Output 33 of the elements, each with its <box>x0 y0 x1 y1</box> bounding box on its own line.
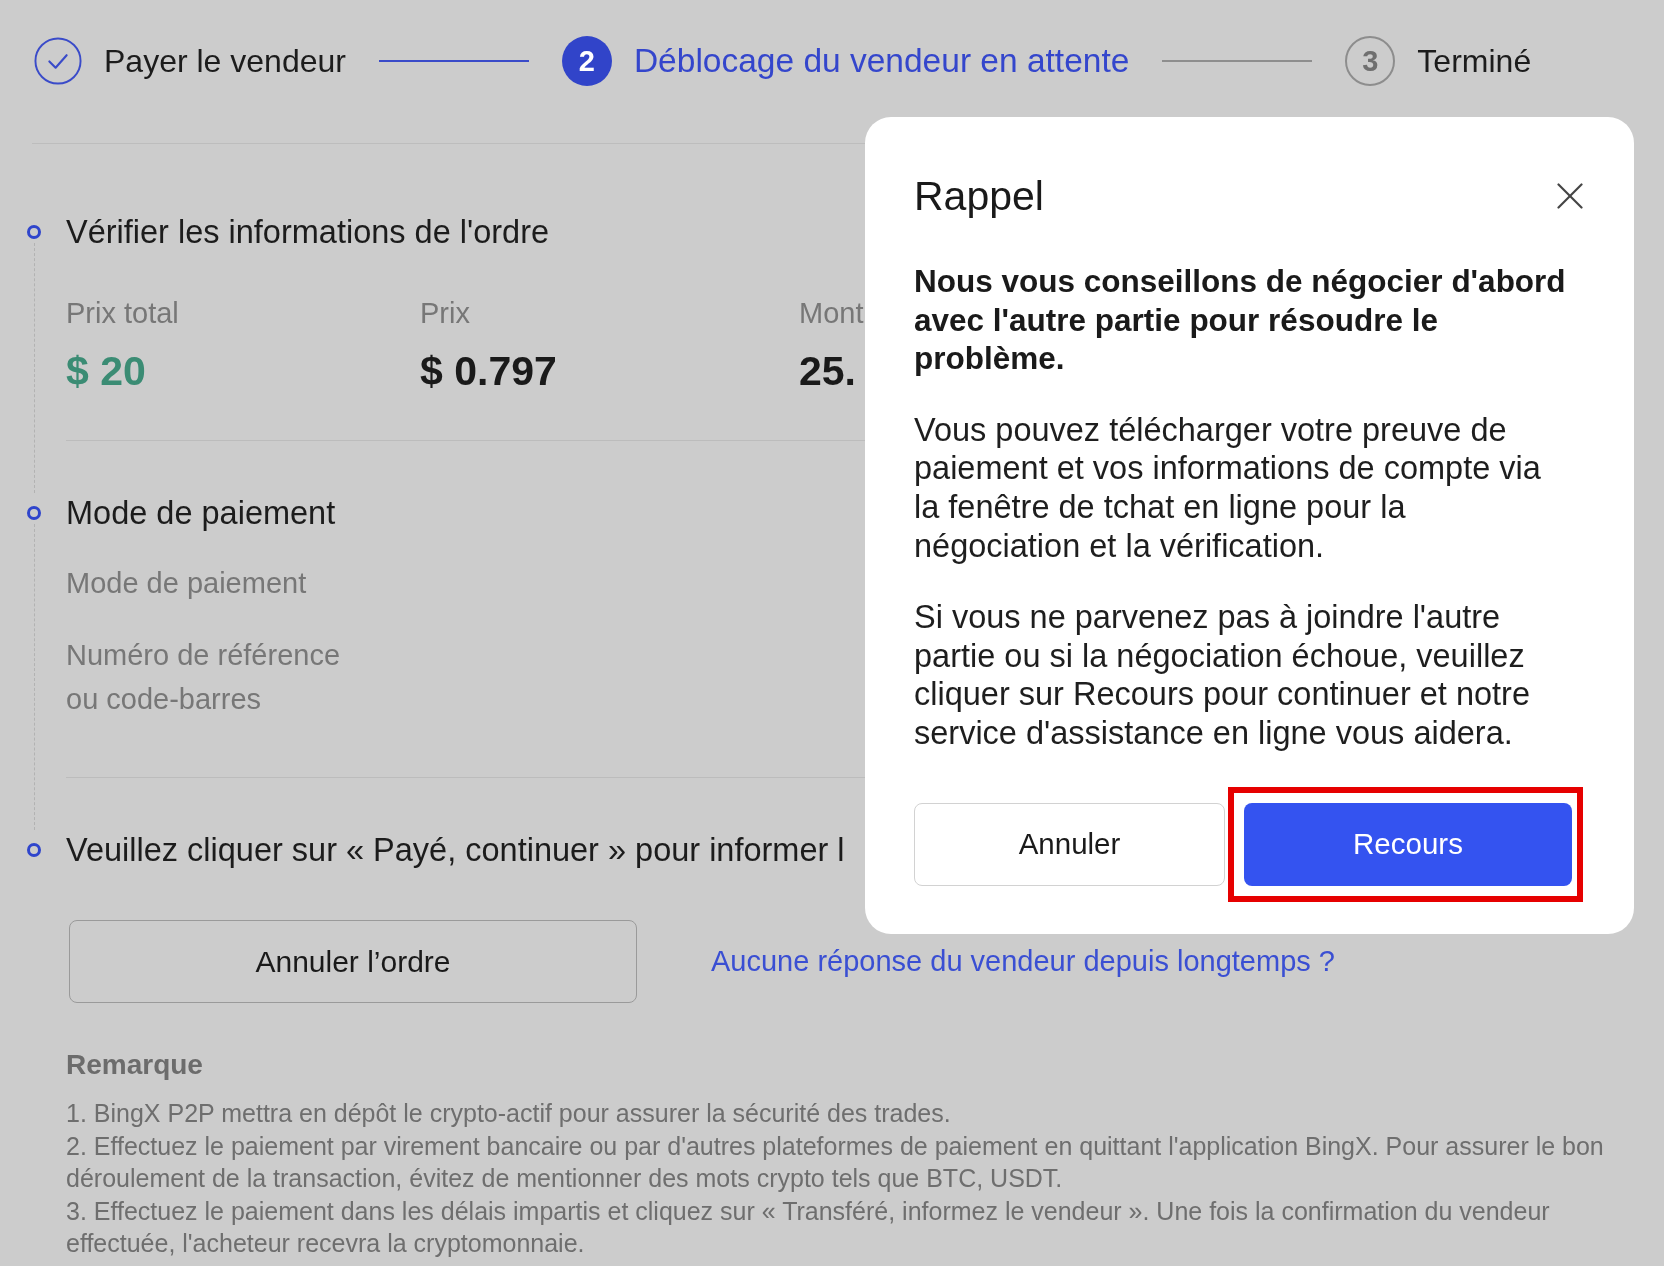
dialog-text: Si vous ne parvenez pas à joindre l'autre partie ou si la négociation échoue, veuillez cliquer sur Recours pour continuer et notre service d'assistance en ligne vous aidera. <box>914 598 1531 753</box>
timeline-dot-icon <box>27 843 41 857</box>
section-heading: Veuillez cliquer sur « Payé, continuer » pour informer l <box>66 831 845 870</box>
field-value: $ 0.797 <box>420 347 557 396</box>
dialog-text: Vous pouvez télécharger votre preuve de paiement et vos informations de compte via la fenêtre de tchat en ligne pour la négociation et la vérification. <box>914 410 1542 566</box>
detail-label: Numéro de référence ou code-barres <box>66 638 342 717</box>
close-icon <box>1557 183 1583 209</box>
detail-label: Mode de paiement <box>66 566 308 601</box>
section-heading: Vérifier les informations de l'ordre <box>66 213 550 252</box>
remark-text: 2. Effectuez le paiement par virement bancaire ou par d'autres plateformes de paiement en quittant l'application BingX. Pour assurer le bon déroulement de la transaction, évitez de mentionner des mots crypto tels que BTC, USDT. <box>66 1130 1605 1194</box>
cancel-order-button[interactable]: Annuler l’ordre <box>69 920 637 1003</box>
step-number: 3 <box>1345 36 1396 86</box>
step-label: Payer le vendeur <box>104 42 346 80</box>
field-value: 25. <box>799 347 856 396</box>
timeline-dot-icon <box>27 506 41 520</box>
field-value: $ 20 <box>66 347 146 396</box>
remark-text: 3. Effectuez le paiement dans les délais impartis et cliquez sur « Transféré, informez le vendeur ». Une fois la confirmation du vendeur effectuée, l'acheteur recevra la cryptomonnaie. <box>66 1195 1551 1259</box>
help-link[interactable]: Aucune réponse du vendeur depuis longtemps ? <box>711 945 1335 978</box>
close-button[interactable] <box>1557 183 1583 209</box>
annuler-button[interactable]: Annuler <box>914 802 1225 886</box>
field-label: Prix total <box>66 296 179 331</box>
field-label: Prix <box>420 296 470 331</box>
field-label: Mont <box>799 296 864 331</box>
section-heading: Mode de paiement <box>66 494 336 533</box>
remark-text: 1. BingX P2P mettra en dépôt le crypto-actif pour assurer la sécurité des trades. <box>66 1098 952 1129</box>
notice-text: Nous vous conseillons de négocier d'abord avec l'autre partie pour résoudre le problème. <box>914 262 1567 378</box>
dialog-title: Rappel <box>914 172 1044 220</box>
remarks-title: Remarque <box>66 1048 203 1082</box>
recours-button[interactable]: Recours <box>1244 802 1572 886</box>
step-label: Terminé <box>1417 42 1532 80</box>
step-number: 2 <box>561 36 612 86</box>
timeline-dot-icon <box>27 225 41 239</box>
step-label: Déblocage du vendeur en attente <box>633 42 1130 80</box>
